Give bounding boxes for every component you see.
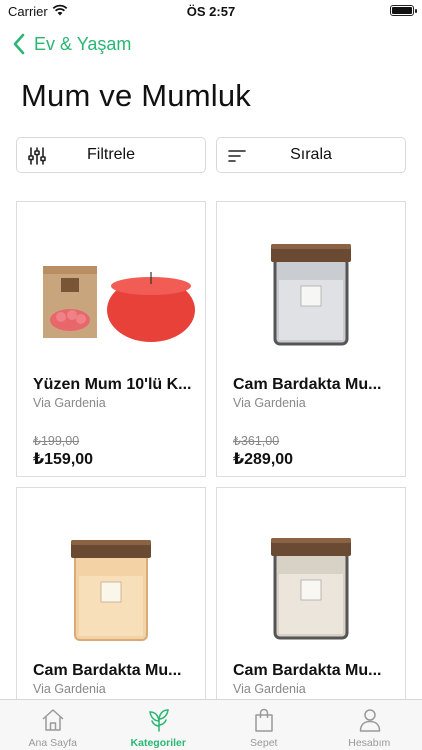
tab-label: Sepet xyxy=(250,737,278,749)
page-title: Mum ve Mumluk xyxy=(21,78,251,113)
status-bar: Carrier ÖS 2:57 xyxy=(0,0,422,22)
tab-label: Hesabım xyxy=(348,737,391,749)
product-price: ₺159,00 xyxy=(33,451,94,468)
back-label: Ev & Yaşam xyxy=(34,33,132,54)
bag-icon xyxy=(255,708,273,732)
chevron-left-icon xyxy=(13,33,25,55)
battery-icon xyxy=(390,5,417,16)
jar-candle-beige-image xyxy=(271,538,351,640)
sort-icon xyxy=(228,150,246,162)
jar-candle-gray-image xyxy=(271,244,351,346)
tab-categories[interactable]: Kategoriler xyxy=(106,700,212,750)
person-icon xyxy=(359,709,380,732)
filter-button[interactable]: Filtrele xyxy=(16,137,206,173)
product-name: Yüzen Mum 10'lü K... xyxy=(33,376,192,393)
tab-bar: Ana Sayfa Kategoriler Sepet Hesabım xyxy=(0,699,422,750)
jar-candle-peach-image xyxy=(71,540,151,641)
product-name: Cam Bardakta Mu... xyxy=(233,662,382,679)
product-brand: Via Gardenia xyxy=(33,682,106,696)
tab-home[interactable]: Ana Sayfa xyxy=(0,700,106,750)
product-old-price: ₺361,00 xyxy=(233,434,280,448)
back-button[interactable]: Ev & Yaşam xyxy=(12,30,131,58)
home-icon xyxy=(42,709,64,731)
product-old-price: ₺199,00 xyxy=(33,434,80,448)
product-brand: Via Gardenia xyxy=(233,682,306,696)
tab-cart[interactable]: Sepet xyxy=(211,700,317,750)
product-price: ₺289,00 xyxy=(233,451,294,468)
product-name: Cam Bardakta Mu... xyxy=(33,662,182,679)
product-brand: Via Gardenia xyxy=(233,396,306,410)
floating-candle-image xyxy=(43,266,195,342)
product-card[interactable]: Yüzen Mum 10'lü K... Via Gardenia ₺199,0… xyxy=(16,201,206,477)
tab-label: Kategoriler xyxy=(130,737,186,749)
tab-account[interactable]: Hesabım xyxy=(317,700,422,750)
tab-label: Ana Sayfa xyxy=(28,737,77,749)
sliders-icon xyxy=(28,147,46,165)
leaf-icon xyxy=(148,709,169,732)
clock: ÖS 2:57 xyxy=(186,4,236,19)
product-brand: Via Gardenia xyxy=(33,396,106,410)
product-name: Cam Bardakta Mu... xyxy=(233,376,382,393)
sort-button[interactable]: Sırala xyxy=(216,137,406,173)
product-card[interactable]: Cam Bardakta Mu... Via Gardenia ₺361,00 … xyxy=(216,201,406,477)
